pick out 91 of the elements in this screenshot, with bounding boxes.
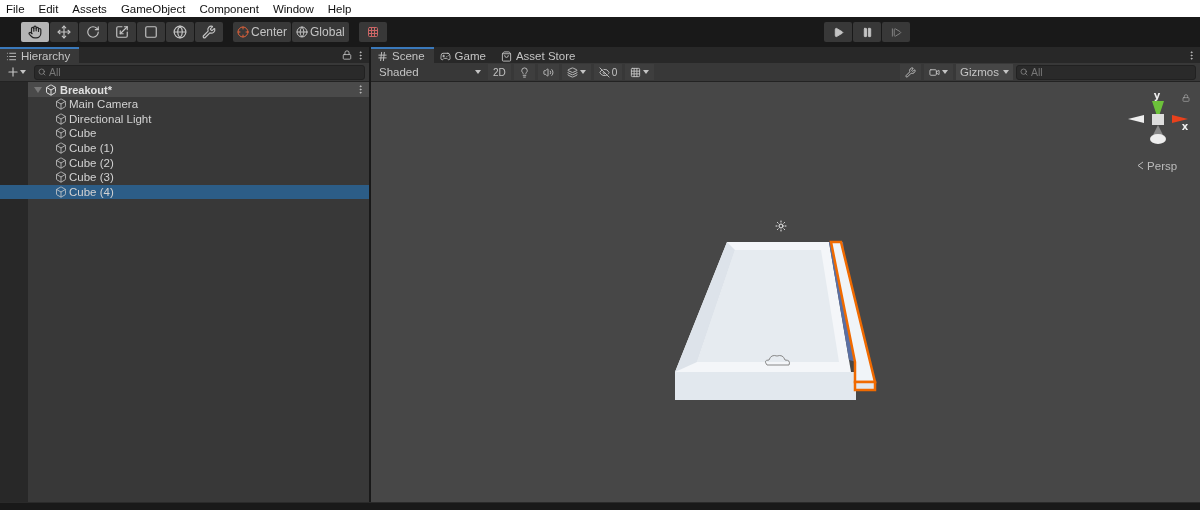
rotate-tool-button[interactable] — [79, 22, 107, 42]
hierarchy-search-field[interactable]: All — [34, 64, 365, 80]
scale-icon — [115, 25, 129, 39]
rect-icon — [144, 25, 158, 39]
gizmos-dropdown[interactable]: Gizmos — [956, 64, 1013, 80]
move-icon — [57, 25, 71, 39]
view-tab[interactable]: Game — [433, 47, 495, 63]
menu-item[interactable]: Component — [199, 2, 259, 15]
lighting-button[interactable] — [513, 64, 535, 80]
eye-off-icon — [598, 66, 610, 78]
rect-tool-button[interactable] — [137, 22, 165, 42]
projection-toggle[interactable]: Persp — [1130, 159, 1184, 173]
hierarchy-item[interactable]: Cube (2) — [69, 156, 114, 169]
scene-name: Breakout* — [60, 83, 112, 96]
search-icon — [1020, 68, 1028, 76]
menu-item[interactable]: Edit — [38, 2, 59, 15]
lock-icon[interactable] — [342, 50, 352, 60]
cube-icon — [55, 112, 67, 125]
layers-icon — [566, 66, 578, 78]
custom-tool-button[interactable] — [195, 22, 223, 42]
transform-tool-button[interactable] — [166, 22, 194, 42]
x-axis-label: x — [1181, 120, 1189, 132]
speaker-icon — [542, 66, 554, 78]
crosshair-icon — [237, 26, 249, 38]
view-tab[interactable]: Asset Store — [494, 47, 585, 63]
scene-row[interactable]: Breakout* — [28, 82, 369, 97]
wrench-icon — [202, 25, 216, 39]
caret-icon — [942, 70, 948, 74]
light-icon — [775, 220, 787, 232]
cube-icon — [55, 185, 67, 198]
lock-icon[interactable] — [1182, 94, 1190, 102]
scale-tool-button[interactable] — [108, 22, 136, 42]
y-axis-label: y — [1153, 90, 1161, 101]
hash-icon — [377, 50, 388, 62]
plus-icon — [6, 65, 20, 79]
menu-item[interactable]: Assets — [72, 2, 107, 15]
camera-icon — [929, 66, 940, 78]
hierarchy-item[interactable]: Directional Light — [69, 112, 152, 125]
hierarchy-item[interactable]: Cube — [69, 127, 97, 140]
effects-button[interactable] — [561, 64, 591, 80]
hierarchy-item[interactable]: Cube (4) — [69, 185, 114, 198]
caret-icon — [475, 70, 481, 74]
hand-tool-button[interactable] — [21, 22, 49, 42]
grid-button[interactable] — [625, 64, 655, 80]
play-button[interactable] — [824, 22, 852, 42]
move-tool-button[interactable] — [50, 22, 78, 42]
grid-icon — [366, 26, 379, 38]
menu-item[interactable]: Window — [272, 2, 314, 15]
scene-icon — [45, 83, 57, 96]
visibility-button[interactable]: 0 — [593, 64, 623, 80]
cube-icon — [55, 127, 67, 140]
scene-search-field[interactable]: All — [1016, 64, 1196, 80]
pause-button[interactable] — [853, 22, 881, 42]
view-tab[interactable]: Scene — [371, 47, 434, 63]
wrench-icon — [905, 66, 916, 78]
pause-icon — [861, 26, 873, 38]
camera-button[interactable] — [924, 64, 953, 80]
menu-item[interactable]: Help — [327, 2, 352, 15]
caret-icon — [20, 70, 26, 74]
menu-item[interactable]: File — [6, 2, 25, 15]
globe-icon — [296, 26, 309, 38]
step-icon — [890, 26, 902, 38]
bag-icon — [500, 50, 512, 62]
hand-icon — [28, 25, 42, 39]
gamepad-icon — [439, 50, 451, 62]
hierarchy-item[interactable]: Cube (1) — [69, 142, 114, 155]
hierarchy-item[interactable]: Cube (3) — [69, 171, 114, 184]
play-icon — [832, 26, 844, 38]
caret-icon — [1003, 70, 1009, 74]
2d-button[interactable]: 2D — [488, 64, 511, 80]
cube-icon — [55, 98, 67, 111]
search-icon — [38, 68, 46, 76]
grid-icon — [630, 66, 642, 78]
menu-item[interactable]: GameObject — [120, 2, 186, 15]
pivot-rotation-button[interactable]: Global — [292, 22, 349, 42]
tools-button[interactable] — [900, 64, 921, 80]
list-icon — [6, 50, 17, 62]
lightbulb-icon — [518, 66, 530, 78]
globe-icon — [173, 25, 187, 39]
caret-icon — [643, 70, 650, 74]
angle-icon — [1136, 161, 1144, 170]
pivot-position-button[interactable]: Center — [233, 22, 292, 42]
cube-icon — [55, 171, 67, 184]
audio-button[interactable] — [537, 64, 559, 80]
cube-icon — [55, 142, 67, 155]
caret-icon — [579, 70, 586, 74]
hierarchy-tab[interactable]: Hierarchy — [0, 47, 80, 63]
snap-button[interactable] — [358, 22, 387, 42]
rotate-icon — [86, 25, 100, 39]
hierarchy-item[interactable]: Main Camera — [69, 98, 139, 111]
cube-icon — [55, 156, 67, 169]
